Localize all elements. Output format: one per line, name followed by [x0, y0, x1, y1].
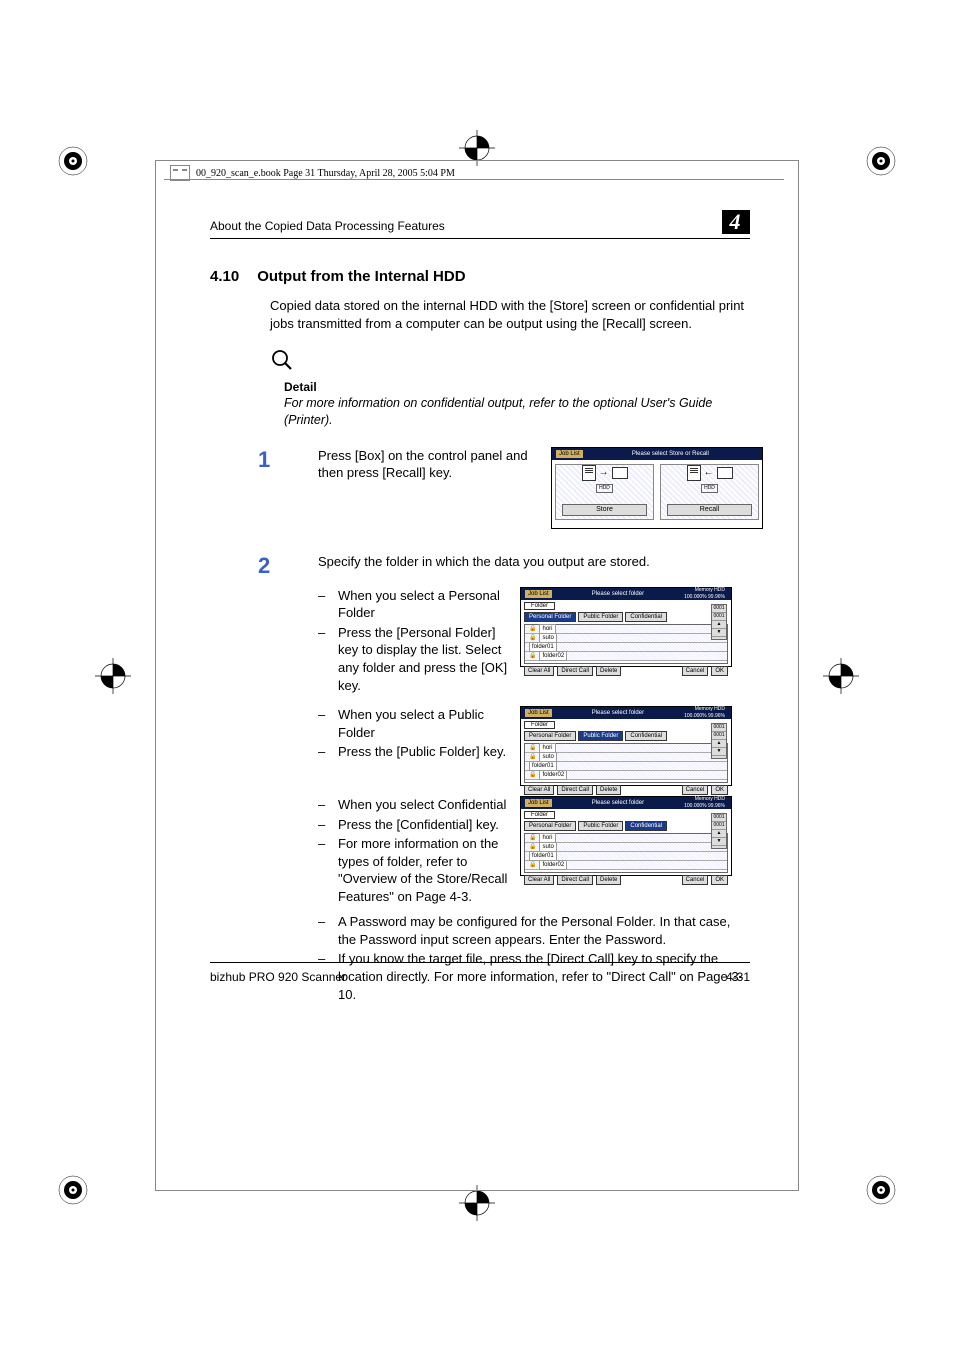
bullet: Press the [Personal Folder] key to displ…: [338, 624, 508, 694]
frame-header-text: 00_920_scan_e.book Page 31 Thursday, Apr…: [196, 168, 455, 179]
screenshot-public-folder: Job ListPlease select folderMemory HDD10…: [520, 706, 732, 786]
bullet: Press the [Public Folder] key.: [338, 743, 506, 761]
section-title: Output from the Internal HDD: [257, 267, 465, 287]
section-number: 4.10: [210, 267, 239, 287]
chapter-number: 4: [722, 210, 750, 234]
step-text: Press [Box] on the control panel and the…: [318, 447, 539, 529]
bullet: For more information on the types of fol…: [338, 835, 508, 905]
registration-mark: [863, 1172, 899, 1208]
footer-left: bizhub PRO 920 Scanner: [210, 969, 726, 985]
page-footer: bizhub PRO 920 Scanner 4-31: [210, 962, 750, 985]
step-number: 1: [258, 447, 302, 529]
detail-body: For more information on confidential out…: [284, 395, 750, 429]
running-head: About the Copied Data Processing Feature…: [210, 218, 722, 234]
crosshair-mark: [823, 658, 859, 694]
screenshot-store-recall: Job ListPlease select Store or Recall → …: [551, 447, 763, 529]
screenshot-confidential: Job ListPlease select folderMemory HDD10…: [520, 796, 732, 876]
step-number: 2: [258, 553, 302, 577]
frame-header: 00_920_scan_e.book Page 31 Thursday, Apr…: [170, 165, 455, 181]
bullet: A Password may be configured for the Per…: [338, 913, 750, 948]
registration-mark: [55, 1172, 91, 1208]
detail-label: Detail: [284, 379, 750, 395]
magnifier-icon: [270, 348, 750, 377]
screenshot-personal-folder: Job ListPlease select folderMemory HDD10…: [520, 587, 732, 667]
footer-right: 4-31: [726, 969, 750, 985]
section-heading: 4.10 Output from the Internal HDD: [210, 267, 750, 287]
intro-paragraph: Copied data stored on the internal HDD w…: [270, 297, 750, 332]
bullet: When you select Confidential: [338, 796, 506, 814]
registration-mark: [55, 143, 91, 179]
step-text: Specify the folder in which the data you…: [318, 553, 750, 577]
bullet: Press the [Confidential] key.: [338, 816, 499, 834]
bullet: When you select a Public Folder: [338, 706, 508, 741]
registration-mark: [863, 143, 899, 179]
bullet: When you select a Personal Folder: [338, 587, 508, 622]
crosshair-mark: [95, 658, 131, 694]
